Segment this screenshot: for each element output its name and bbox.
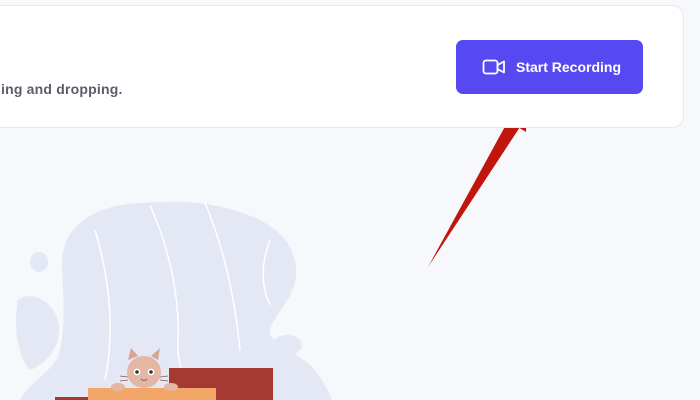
card-subtitle: ing and dropping. <box>1 81 123 97</box>
start-recording-button[interactable]: Start Recording <box>456 40 643 94</box>
blob-left <box>15 296 60 370</box>
background-blob <box>20 201 332 400</box>
cat-illustration <box>111 348 178 391</box>
blob-dot <box>30 252 48 272</box>
video-camera-icon <box>482 58 506 76</box>
red-box <box>169 368 273 400</box>
orange-box <box>88 388 216 400</box>
start-recording-label: Start Recording <box>515 59 621 75</box>
page: ing and dropping. Start Recording <box>0 0 700 400</box>
blob-dot <box>272 335 302 355</box>
